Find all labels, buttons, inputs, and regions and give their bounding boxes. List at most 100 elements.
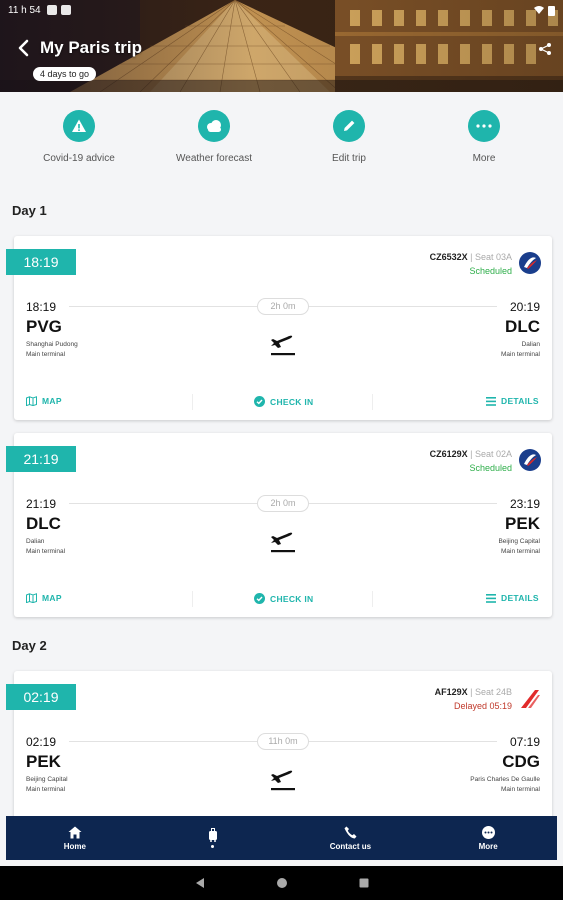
more-actions-button[interactable]: More <box>429 108 539 164</box>
phone-icon <box>344 826 357 838</box>
day-heading: Day 2 <box>12 638 47 653</box>
action-label: More <box>472 153 496 164</box>
seat-info: | Seat 03A <box>470 252 512 262</box>
check-in-label: CHECK IN <box>270 396 314 407</box>
recents-square-icon[interactable] <box>358 877 370 889</box>
departure-plane-icon <box>271 532 295 553</box>
departure-time: 18:19 <box>26 300 57 314</box>
home-circle-icon[interactable] <box>276 877 288 889</box>
nav-label: Home <box>63 841 86 851</box>
arrival-airport-info: Beijing Capital Main terminal <box>498 537 540 557</box>
flight-number: CZ6532X | Seat 03A <box>430 252 512 262</box>
app-screen: 11 h 54 My Paris trip 4 days to go Covid… <box>0 0 563 900</box>
arrival-airport-name: Beijing Capital <box>498 538 540 545</box>
share-icon[interactable] <box>538 42 552 56</box>
action-label: Weather forecast <box>176 153 252 164</box>
flight-status: Delayed 05:19 <box>453 701 512 711</box>
details-label: DETAILS <box>501 593 539 603</box>
flight-number: CZ6129X | Seat 02A <box>430 449 512 459</box>
ellipsis-icon <box>481 825 495 839</box>
day-heading: Day 1 <box>12 203 47 218</box>
map-label: MAP <box>42 396 62 406</box>
clock: 11 h 54 <box>8 4 41 16</box>
arrival-airport-code: DLC <box>505 317 540 336</box>
check-in-button[interactable]: CHECK IN <box>254 396 314 407</box>
arrival-time: 07:19 <box>509 735 540 749</box>
back-arrow-icon[interactable] <box>14 38 34 58</box>
departure-airport-info: Dalian Main terminal <box>26 537 65 557</box>
nav-more[interactable]: More <box>419 816 557 860</box>
departure-terminal: Main terminal <box>26 548 66 555</box>
back-triangle-icon[interactable] <box>194 877 206 889</box>
pencil-icon <box>333 110 365 142</box>
flight-status: Scheduled <box>469 266 512 276</box>
details-button[interactable]: DETAILS <box>486 396 539 406</box>
nav-label: More <box>478 841 498 851</box>
arrival-airport-info: Dalian Main terminal <box>501 340 540 360</box>
departure-airport-name: Beijing Capital <box>26 776 68 783</box>
departure-airport-code: DLC <box>26 514 61 533</box>
check-in-label: CHECK IN <box>270 593 314 604</box>
departure-time: 02:19 <box>26 735 57 749</box>
details-label: DETAILS <box>501 396 539 406</box>
warning-icon <box>63 110 95 142</box>
departure-terminal: Main terminal <box>26 351 66 358</box>
departure-time: 21:19 <box>26 497 57 511</box>
list-icon <box>486 396 496 406</box>
luggage-icon <box>208 828 217 842</box>
flight-code: CZ6532X <box>429 252 468 262</box>
weather-forecast-button[interactable]: Weather forecast <box>159 108 269 164</box>
map-button[interactable]: MAP <box>26 593 62 603</box>
check-in-button[interactable]: CHECK IN <box>254 593 314 604</box>
action-label: Edit trip <box>332 153 366 164</box>
flight-duration: 2h 0m <box>257 298 309 315</box>
nav-indicator-dot <box>211 845 215 848</box>
home-icon <box>68 826 82 838</box>
map-icon <box>26 396 37 406</box>
bottom-navigation: Home Contact us More <box>6 816 557 860</box>
departure-plane-icon <box>271 770 295 791</box>
list-icon <box>486 593 496 603</box>
wifi-icon <box>534 6 544 14</box>
ellipsis-icon <box>468 110 500 142</box>
arrival-airport-code: PEK <box>505 514 540 533</box>
departure-plane-icon <box>271 335 295 356</box>
nav-contact-us[interactable]: Contact us <box>282 816 420 860</box>
card-actions: MAP CHECK IN DETAILS <box>14 392 552 412</box>
map-button[interactable]: MAP <box>26 396 62 406</box>
departure-airport-code: PEK <box>26 752 61 771</box>
flight-card[interactable]: 21:19 CZ6129X | Seat 02A Scheduled 21:19… <box>6 433 552 617</box>
divider <box>192 591 193 607</box>
departure-airport-info: Beijing Capital Main terminal <box>26 775 68 795</box>
arrival-airport-name: Dalian <box>521 341 540 348</box>
check-circle-icon <box>254 593 265 604</box>
departure-airport-code: PVG <box>26 317 62 336</box>
map-label: MAP <box>42 593 62 603</box>
flight-status: Scheduled <box>469 463 512 473</box>
flight-duration: 2h 0m <box>257 495 309 512</box>
departure-time-tag: 21:19 <box>6 446 76 472</box>
flight-number: AF129X | Seat 24B <box>435 687 512 697</box>
nav-luggage[interactable] <box>144 816 282 860</box>
arrival-time: 20:19 <box>509 300 540 314</box>
arrival-airport-info: Paris Charles De Gaulle Main terminal <box>470 775 540 795</box>
seat-info: | Seat 24B <box>470 687 512 697</box>
cloud-icon <box>198 110 230 142</box>
flight-duration: 11h 0m <box>257 733 309 750</box>
notification-icon <box>60 5 71 15</box>
check-circle-icon <box>254 396 265 407</box>
nav-home[interactable]: Home <box>6 816 144 860</box>
edit-trip-button[interactable]: Edit trip <box>294 108 404 164</box>
flight-card[interactable]: 18:19 CZ6532X | Seat 03A Scheduled 18:19… <box>6 236 552 420</box>
arrival-airport-code: CDG <box>502 752 540 771</box>
flight-code: CZ6129X <box>429 449 468 459</box>
quick-actions: Covid-19 advice Weather forecast Edit tr… <box>0 108 563 168</box>
departure-airport-name: Shanghai Pudong <box>26 341 78 348</box>
departure-airport-name: Dalian <box>26 538 45 545</box>
china-southern-logo <box>519 449 541 471</box>
seat-info: | Seat 02A <box>470 449 512 459</box>
arrival-time: 23:19 <box>509 497 540 511</box>
covid-advice-button[interactable]: Covid-19 advice <box>24 108 134 164</box>
details-button[interactable]: DETAILS <box>486 593 539 603</box>
nav-label: Contact us <box>329 841 372 851</box>
